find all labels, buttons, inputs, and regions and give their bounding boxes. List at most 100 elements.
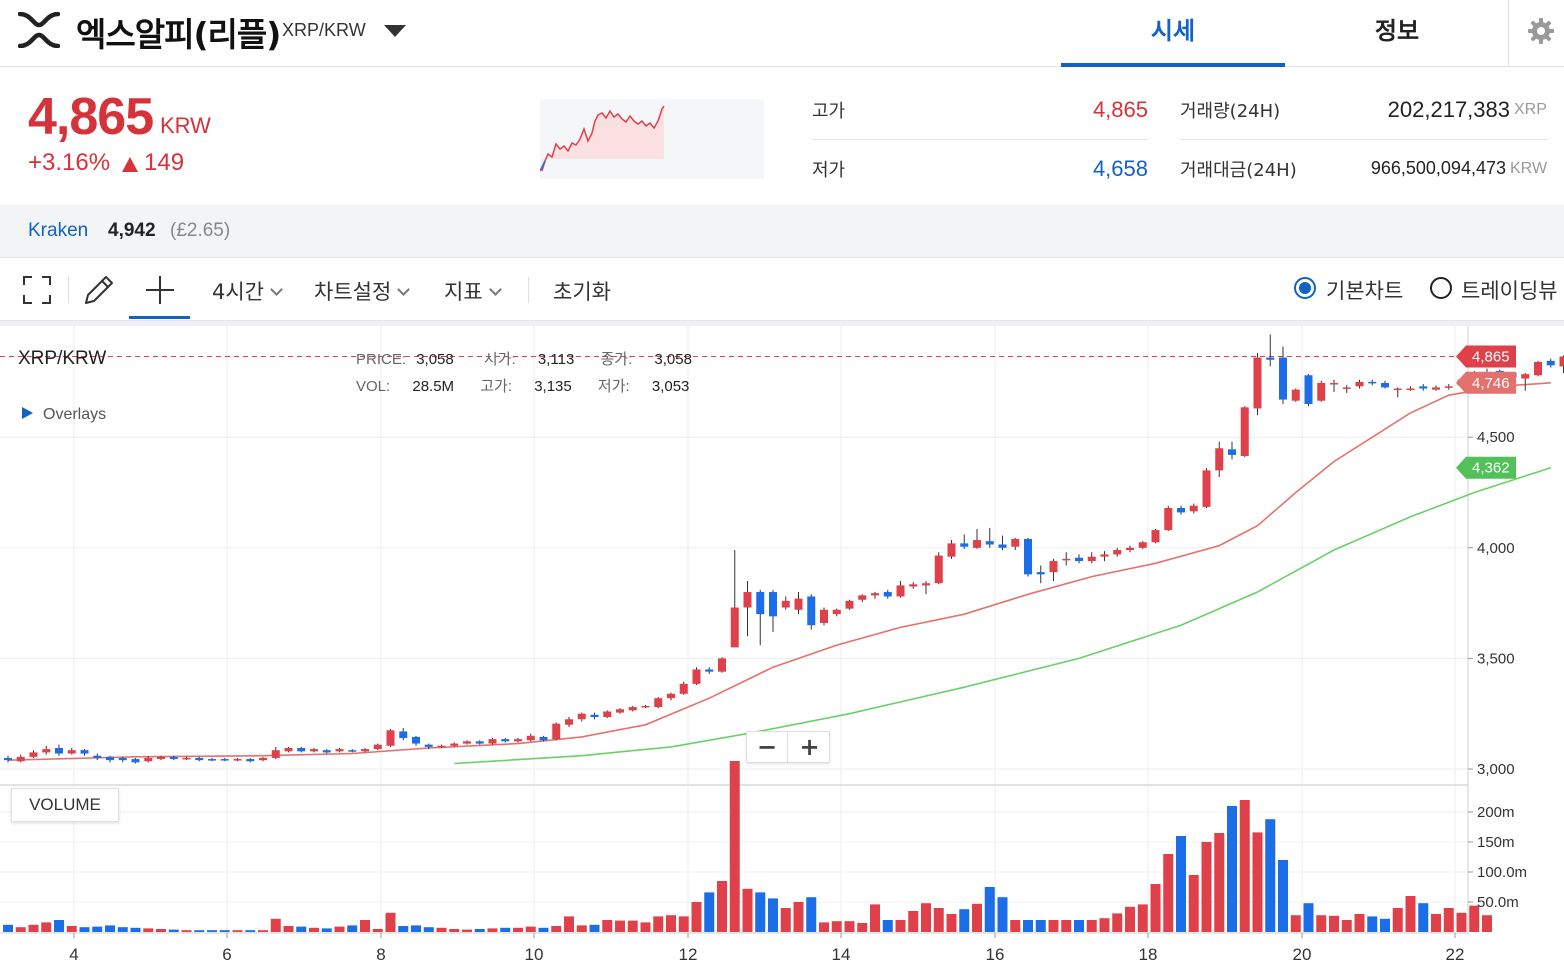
volume-bar (411, 925, 421, 932)
candle-body (692, 669, 701, 684)
volume-bar (946, 914, 957, 932)
volume-label: 거래량(24H) (1180, 101, 1281, 122)
candle-body (475, 741, 484, 744)
interval-dropdown[interactable]: 4시간 (212, 276, 283, 306)
coin-name: 엑스알피(리플) (76, 15, 281, 54)
volume-bar (3, 924, 13, 932)
volume-bar (79, 927, 90, 932)
candle-body (616, 709, 624, 713)
volume-bar (270, 918, 281, 932)
trading-view-label[interactable]: 트레이딩뷰 (1461, 275, 1558, 305)
volume-bar (908, 911, 919, 932)
volume-bar (436, 927, 447, 932)
candle-body (322, 750, 331, 753)
fullscreen-icon[interactable] (22, 275, 52, 305)
price-unit: KRW (160, 113, 211, 138)
volume-bar (819, 922, 829, 932)
volume-bar (780, 908, 791, 932)
candle-body (463, 741, 471, 744)
chart-settings-dropdown[interactable]: 차트설정 (314, 276, 411, 306)
candle-body (1419, 386, 1428, 389)
candle-body (1330, 383, 1338, 385)
candle-body (794, 598, 803, 610)
volume-bar (398, 926, 409, 932)
exchange-name[interactable]: Kraken (28, 220, 88, 242)
play-triangle-icon (22, 407, 33, 419)
zoom-out-button[interactable]: − (747, 732, 788, 762)
candle-body (603, 711, 612, 718)
chevron-down-icon (397, 283, 411, 296)
toolbar-divider (528, 277, 529, 303)
volume-bar (640, 922, 651, 932)
candle-body (730, 607, 739, 648)
zoom-in-button[interactable]: + (789, 732, 830, 762)
indicators-dropdown[interactable]: 지표 (444, 276, 502, 306)
dropdown-caret-icon[interactable] (384, 25, 406, 37)
volume-bar (513, 927, 523, 932)
candle-body (1546, 360, 1555, 366)
up-arrow-icon (122, 157, 138, 172)
candle-body (1164, 507, 1173, 531)
volume-bar (1112, 913, 1123, 932)
reset-button[interactable]: 초기화 (553, 276, 611, 306)
candle-body (1202, 470, 1211, 507)
volume-bar (1392, 908, 1403, 932)
volume-bar (1163, 854, 1174, 932)
volume-bar (1380, 918, 1390, 932)
volume-pane-label: VOLUME (11, 788, 119, 822)
basic-chart-label[interactable]: 기본차트 (1326, 275, 1403, 305)
volume-bar (1265, 819, 1276, 932)
candle-body (399, 731, 408, 739)
candle-body (1534, 361, 1542, 376)
volume-bar (1010, 920, 1021, 932)
candle-body (1291, 389, 1300, 401)
candle-body (220, 759, 229, 761)
legend-row1: PRICE: 3,058 시가: 3,113 종가: 3,058 (356, 348, 692, 369)
volume-bar (232, 930, 243, 932)
price-tick-label: 4,500 (1477, 429, 1515, 446)
crosshair-icon[interactable] (144, 274, 176, 306)
chevron-down-icon (270, 283, 283, 296)
candle-body (781, 600, 790, 608)
candle-body (195, 757, 204, 761)
volume-bar (1303, 903, 1314, 932)
tab-price[interactable]: 시세 (1061, 0, 1285, 67)
candlestick-chart[interactable]: 4,500 4,000 3,500 3,000 200m 150m 100.0m 50.0m 4… (0, 326, 1564, 974)
volume-bar (895, 920, 906, 932)
basic-chart-radio[interactable] (1294, 277, 1316, 299)
candle-body (705, 669, 714, 672)
candle-body (1189, 505, 1198, 512)
overlays-toggle[interactable]: Overlays (22, 406, 106, 424)
candle-body (335, 749, 344, 752)
candle-body (565, 719, 573, 725)
volume-bar (1443, 908, 1454, 932)
candle-body (1049, 561, 1058, 573)
tab-info[interactable]: 정보 (1285, 0, 1509, 67)
candle-body (947, 543, 956, 557)
volume-bar (615, 920, 625, 932)
volume-bar (462, 929, 472, 932)
volume-bar (1482, 915, 1492, 932)
candle-body (883, 592, 892, 597)
volume-bar (984, 887, 995, 932)
price-badge-label: 4,362 (1472, 460, 1510, 477)
settings-button[interactable] (1508, 0, 1564, 67)
pencil-icon[interactable] (82, 273, 116, 307)
overlays-label: Overlays (43, 406, 107, 423)
trading-view-radio[interactable] (1430, 277, 1452, 299)
volume-tick-label: 200m (1477, 804, 1515, 821)
candle-body (539, 736, 548, 741)
volume-bar (156, 929, 166, 932)
volume-bar (921, 903, 931, 932)
exchange-price-strip: Kraken 4,942 (£2.65) (0, 205, 1564, 258)
candle-body (412, 736, 420, 744)
volume-bar (1239, 800, 1250, 932)
volume-bar (691, 902, 702, 932)
volume-bar (423, 927, 434, 932)
volume-bar (1099, 918, 1110, 932)
time-tick-label: 8 (376, 945, 385, 964)
candle-body (743, 592, 752, 608)
volume-tick-label: 100.0m (1477, 864, 1527, 881)
volume-bar (806, 897, 817, 932)
price-badge-label: 4,746 (1472, 375, 1510, 392)
